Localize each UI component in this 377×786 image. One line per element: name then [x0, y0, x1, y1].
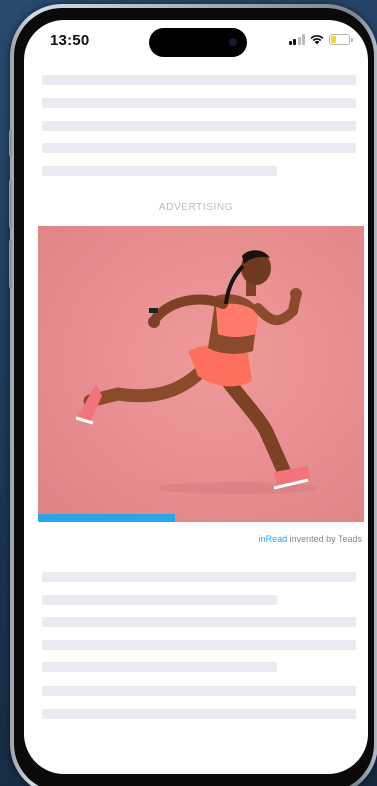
ad-progress-fill: [38, 514, 175, 522]
skeleton-line: [42, 98, 356, 108]
ad-credit-brand[interactable]: inRead: [259, 534, 288, 544]
ad-progress-bar: [38, 514, 364, 522]
volume-up-button: [9, 180, 12, 228]
status-time: 13:50: [50, 32, 90, 49]
ad-credit-text: invented by Teads: [287, 534, 362, 544]
ad-credit[interactable]: inRead invented by Teads: [259, 534, 362, 544]
ad-label: ADVERTISING: [158, 202, 234, 213]
skeleton-line: [42, 662, 277, 672]
runner-photo: [75, 250, 318, 494]
battery-icon: [329, 34, 353, 45]
dynamic-island: [149, 28, 247, 57]
skeleton-line: [42, 595, 277, 605]
camera-dot: [229, 38, 237, 46]
battery-level: [331, 36, 337, 43]
skeleton-line: [42, 572, 356, 582]
ad-image[interactable]: [38, 226, 364, 522]
wifi-icon: [310, 34, 324, 45]
skeleton-line: [42, 121, 356, 131]
skeleton-line: [42, 166, 277, 176]
status-bar: 13:50: [24, 20, 368, 64]
skeleton-line: [42, 709, 356, 719]
status-icons: [288, 34, 353, 45]
skeleton-line: [42, 617, 356, 627]
skeleton-line: [42, 640, 356, 650]
skeleton-line: [42, 75, 356, 85]
volume-down-button: [9, 240, 12, 288]
mute-switch: [9, 130, 12, 156]
skeleton-line: [42, 686, 356, 696]
skeleton-line: [42, 143, 356, 153]
phone-screen: 13:50 ADVERTISING inRead invented by Tea…: [24, 20, 368, 774]
signal-icon: [288, 34, 305, 45]
battery-cap: [351, 38, 353, 42]
